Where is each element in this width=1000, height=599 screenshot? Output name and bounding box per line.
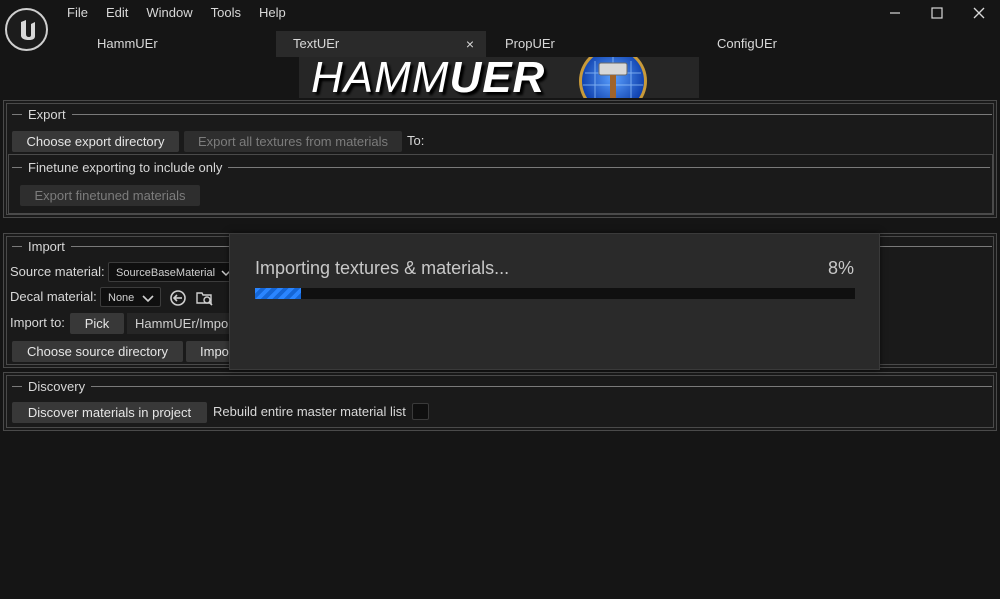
menu-window[interactable]: Window — [137, 4, 201, 22]
menu-file[interactable]: File — [58, 4, 97, 22]
banner-logo-text: HAMMUER — [311, 57, 546, 98]
back-arrow-icon[interactable] — [168, 288, 188, 308]
tab-textuer[interactable]: TextUEr × — [276, 31, 486, 57]
source-material-select[interactable]: SourceBaseMaterial — [108, 262, 238, 282]
progress-title: Importing textures & materials... — [255, 258, 510, 278]
export-finetuned-button[interactable]: Export finetuned materials — [20, 185, 200, 206]
export-legend: Export — [12, 105, 992, 123]
menu-edit[interactable]: Edit — [97, 4, 137, 22]
window-controls — [874, 0, 1000, 26]
finetune-legend: Finetune exporting to include only — [12, 158, 990, 176]
tab-propuer[interactable]: PropUEr — [505, 31, 555, 57]
export-panel: Export Choose export directory Export al… — [3, 100, 997, 218]
progress-bar — [255, 288, 855, 299]
tab-label: TextUEr — [293, 36, 340, 51]
import-path-field[interactable]: HammUEr/Impo — [127, 313, 233, 334]
maximize-icon[interactable] — [916, 0, 958, 26]
source-material-label: Source material: — [10, 264, 105, 279]
choose-source-directory-button[interactable]: Choose source directory — [12, 341, 183, 362]
import-to-label: Import to: — [10, 315, 65, 330]
tab-configuer[interactable]: ConfigUEr — [717, 31, 777, 57]
import-button[interactable]: Impo — [186, 341, 234, 362]
decal-material-select[interactable]: None — [100, 287, 161, 307]
progress-bar-fill — [255, 288, 301, 299]
rebuild-master-list-checkbox[interactable] — [412, 403, 429, 420]
finetune-panel: Finetune exporting to include only Expor… — [8, 154, 993, 214]
close-icon[interactable] — [958, 0, 1000, 26]
discovery-panel: Discovery Discover materials in project … — [3, 372, 997, 431]
menu-tools[interactable]: Tools — [202, 4, 250, 22]
progress-percent: 8% — [827, 258, 854, 278]
browse-folder-icon[interactable] — [194, 288, 214, 308]
menu-help[interactable]: Help — [250, 4, 295, 22]
rebuild-master-list-label: Rebuild entire master material list — [213, 404, 406, 419]
export-to-label: To: — [407, 133, 425, 148]
tab-hammuer[interactable]: HammUEr — [97, 31, 158, 57]
choose-export-directory-button[interactable]: Choose export directory — [12, 131, 179, 152]
hammer-badge-icon — [579, 57, 647, 98]
pick-button[interactable]: Pick — [70, 313, 124, 334]
hammuer-banner: HAMMUER — [299, 57, 699, 98]
discovery-legend: Discovery — [12, 377, 992, 395]
tab-bar: HammUEr TextUEr × PropUEr ConfigUEr — [0, 31, 1000, 57]
menu-bar: File Edit Window Tools Help — [58, 4, 295, 22]
minimize-icon[interactable] — [874, 0, 916, 26]
export-all-textures-button[interactable]: Export all textures from materials — [184, 131, 402, 152]
discover-materials-button[interactable]: Discover materials in project — [12, 402, 207, 423]
decal-material-label: Decal material: — [10, 289, 97, 304]
chevron-down-icon — [142, 295, 154, 303]
tab-close-icon[interactable]: × — [466, 31, 474, 57]
import-progress-dialog: Importing textures & materials... 8% — [229, 233, 880, 370]
